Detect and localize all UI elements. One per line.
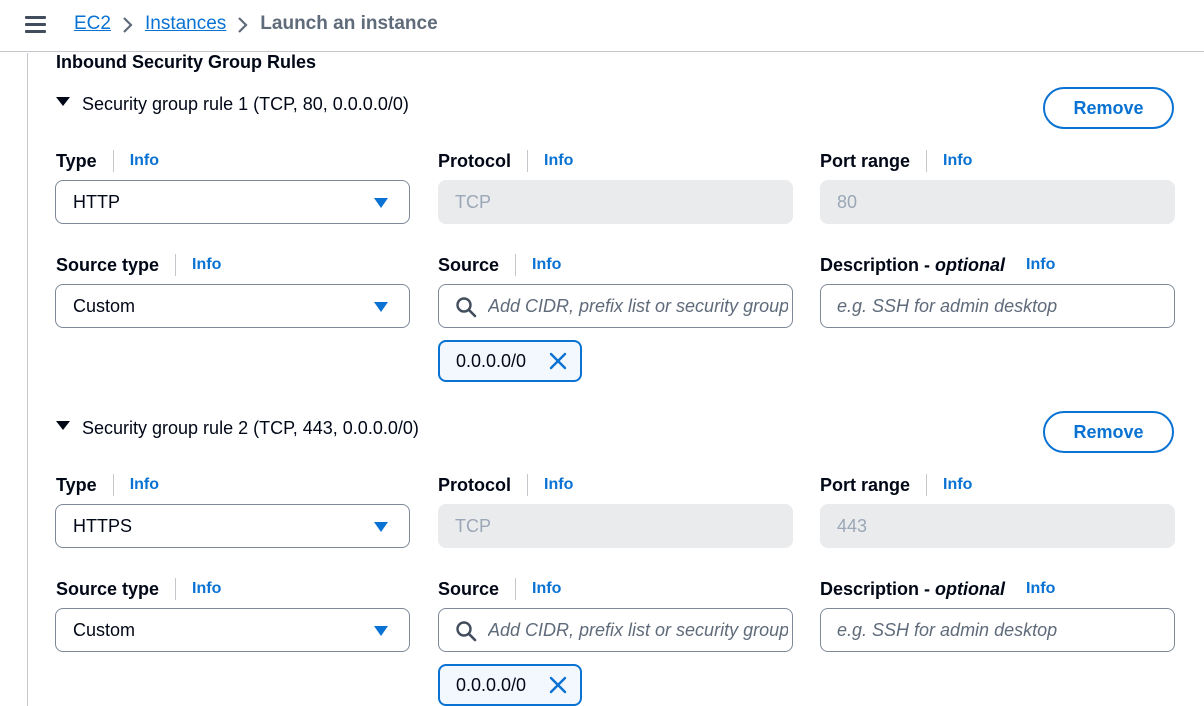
rule-1-type-value: HTTP <box>73 191 120 212</box>
rule-1-token-label: 0.0.0.0/0 <box>456 350 527 371</box>
rule-2-protocol-info-link[interactable]: Info <box>544 476 573 494</box>
rule-1-source-label: Source Info <box>438 254 562 276</box>
rule-1-description-label: Description - optional Info <box>820 254 1056 275</box>
rule-1-source-input[interactable] <box>488 285 788 327</box>
top-navigation-bar: EC2 Instances Launch an instance <box>0 0 1204 52</box>
rule-2-source-type-value: Custom <box>73 619 136 640</box>
rule-1-type-info-link[interactable]: Info <box>130 152 159 170</box>
rule-2-port-info-link[interactable]: Info <box>943 476 972 494</box>
rule-1-type-label: Type Info <box>56 150 160 172</box>
rule-1-protocol-label: Protocol Info <box>438 150 574 172</box>
breadcrumb-link-ec2[interactable]: EC2 <box>74 13 111 35</box>
rule-2-type-select[interactable]: HTTPS <box>55 504 410 548</box>
close-icon[interactable] <box>548 675 568 695</box>
breadcrumb-current-page: Launch an instance <box>260 13 438 34</box>
rule-2-source-info-link[interactable]: Info <box>532 580 561 598</box>
rule-2-port-range-label: Port range Info <box>820 474 973 496</box>
rule-2-protocol-label: Protocol Info <box>438 474 574 496</box>
rule-2-source-type-label: Source type Info <box>56 578 222 600</box>
chevron-right-icon <box>111 13 145 35</box>
rule-1-protocol-field: TCP <box>438 180 793 224</box>
rule-2-token-label: 0.0.0.0/0 <box>456 674 527 695</box>
caret-down-icon <box>374 198 388 208</box>
search-icon <box>456 621 477 642</box>
rule-1-protocol-info-link[interactable]: Info <box>544 152 573 170</box>
rule-1-source-type-value: Custom <box>73 295 136 316</box>
rule-2-description-input[interactable] <box>820 608 1175 652</box>
rule-2-type-label: Type Info <box>56 474 160 496</box>
breadcrumb-link-instances[interactable]: Instances <box>145 13 226 35</box>
caret-down-icon <box>56 97 70 106</box>
section-title: Inbound Security Group Rules <box>56 52 317 72</box>
rule-2-source-token: 0.0.0.0/0 <box>438 664 582 706</box>
caret-down-icon <box>374 302 388 312</box>
rule-1-source-search[interactable] <box>438 284 793 328</box>
rule-2-source-type-select[interactable]: Custom <box>55 608 410 652</box>
rule-1-port-info-link[interactable]: Info <box>943 152 972 170</box>
rule-2-port-range-field: 443 <box>820 504 1175 548</box>
breadcrumb: EC2 Instances Launch an instance <box>74 13 438 35</box>
rule-1-source-token: 0.0.0.0/0 <box>438 340 582 382</box>
rule-1-source-type-select[interactable]: Custom <box>55 284 410 328</box>
caret-down-icon <box>374 626 388 636</box>
rule-2-type-value: HTTPS <box>73 515 133 536</box>
rule-1-source-info-link[interactable]: Info <box>532 256 561 274</box>
rule-1-description-info-link[interactable]: Info <box>1026 256 1055 274</box>
rule-2-source-type-info-link[interactable]: Info <box>192 580 221 598</box>
rule-1-description-input[interactable] <box>820 284 1175 328</box>
rule-2-protocol-field: TCP <box>438 504 793 548</box>
rule-2-description-label: Description - optional Info <box>820 578 1056 599</box>
chevron-right-icon <box>226 13 260 35</box>
rule-1-type-select[interactable]: HTTP <box>55 180 410 224</box>
rule-1-header-label: Security group rule 1 (TCP, 80, 0.0.0.0/… <box>82 94 409 114</box>
rule-2-description-info-link[interactable]: Info <box>1026 580 1055 598</box>
rule-1-header[interactable]: Security group rule 1 (TCP, 80, 0.0.0.0/… <box>56 94 409 115</box>
rule-2-source-label: Source Info <box>438 578 562 600</box>
panel-divider <box>27 53 28 706</box>
caret-down-icon <box>56 421 70 430</box>
search-icon <box>456 297 477 318</box>
caret-down-icon <box>374 522 388 532</box>
rule-1-remove-button[interactable]: Remove <box>1043 87 1174 129</box>
rule-1-port-range-label: Port range Info <box>820 150 973 172</box>
rule-1-source-type-info-link[interactable]: Info <box>192 256 221 274</box>
close-icon[interactable] <box>548 351 568 371</box>
rule-2-header[interactable]: Security group rule 2 (TCP, 443, 0.0.0.0… <box>56 418 419 439</box>
rule-2-source-input[interactable] <box>488 609 788 651</box>
rule-2-source-search[interactable] <box>438 608 793 652</box>
rule-2-header-label: Security group rule 2 (TCP, 443, 0.0.0.0… <box>82 418 419 438</box>
rule-1-port-range-field: 80 <box>820 180 1175 224</box>
hamburger-menu-icon[interactable] <box>25 14 47 34</box>
rule-2-remove-button[interactable]: Remove <box>1043 411 1174 453</box>
rule-2-type-info-link[interactable]: Info <box>130 476 159 494</box>
rule-1-source-type-label: Source type Info <box>56 254 222 276</box>
